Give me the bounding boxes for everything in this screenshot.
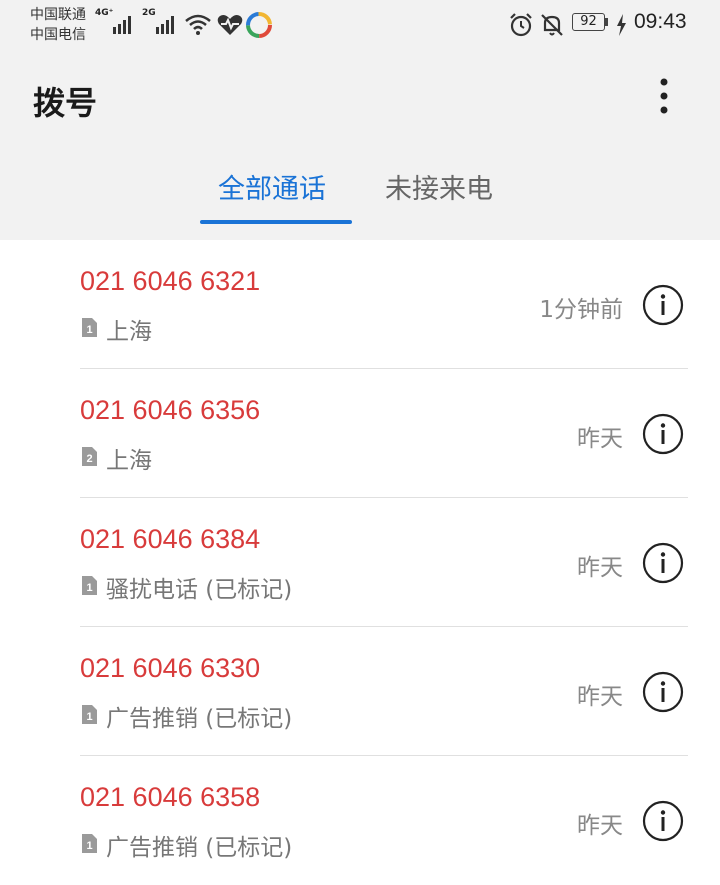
call-time: 昨天 <box>577 813 623 839</box>
app-header: 拨号 全部通话 未接来电 <box>0 48 720 240</box>
status-clock: 09:43 <box>634 10 687 33</box>
info-icon[interactable] <box>642 413 684 455</box>
call-location: 上海 <box>106 448 152 474</box>
sim-1-icon: 1 <box>82 705 97 724</box>
app-notification-icon <box>246 12 272 38</box>
svg-text:1: 1 <box>86 582 92 594</box>
battery-indicator: 92 <box>572 13 605 31</box>
call-log-item[interactable]: 021 6046 6330 1 广告推销 (已标记) 昨天 <box>0 627 720 756</box>
tab-missed-calls[interactable]: 未接来电 <box>385 170 493 210</box>
sim-2-icon: 2 <box>82 447 97 466</box>
call-time: 昨天 <box>577 426 623 452</box>
info-icon[interactable] <box>642 800 684 842</box>
health-heart-icon <box>217 15 243 35</box>
active-tab-indicator <box>200 220 352 224</box>
page-title: 拨号 <box>33 84 98 122</box>
signal-1-icon <box>113 16 131 34</box>
network-type-1: 4G⁺ <box>95 8 114 18</box>
call-location: 广告推销 (已标记) <box>106 835 293 861</box>
sim-1-icon: 1 <box>82 834 97 853</box>
charging-bolt-icon <box>617 14 626 36</box>
carrier-1: 中国联通 <box>30 7 86 23</box>
call-location: 上海 <box>106 319 152 345</box>
signal-2-icon <box>156 16 174 34</box>
call-number: 021 6046 6358 <box>80 782 261 812</box>
network-type-2: 2G <box>142 8 156 18</box>
carrier-labels: 中国联通 中国电信 <box>30 5 86 45</box>
svg-text:1: 1 <box>86 840 92 852</box>
wifi-icon <box>185 14 211 35</box>
alarm-icon <box>510 13 532 37</box>
sim-1-icon: 1 <box>82 318 97 337</box>
battery-tip <box>605 18 608 26</box>
carrier-2: 中国电信 <box>30 27 86 43</box>
call-time: 1分钟前 <box>539 297 623 323</box>
call-number: 021 6046 6384 <box>80 524 261 554</box>
svg-text:1: 1 <box>86 711 92 723</box>
call-location: 广告推销 (已标记) <box>106 706 293 732</box>
call-log-item[interactable]: 021 6046 6384 1 骚扰电话 (已标记) 昨天 <box>0 498 720 627</box>
call-log-item[interactable]: 021 6046 6356 2 上海 昨天 <box>0 369 720 498</box>
info-icon[interactable] <box>642 671 684 713</box>
call-number: 021 6046 6330 <box>80 653 261 683</box>
status-bar: 中国联通 中国电信 4G⁺ 2G 92 09:43 <box>0 0 720 48</box>
tab-all-calls[interactable]: 全部通话 <box>218 170 326 210</box>
svg-text:2: 2 <box>86 453 92 465</box>
sim-1-icon: 1 <box>82 576 97 595</box>
more-options-icon[interactable] <box>648 74 680 118</box>
info-icon[interactable] <box>642 284 684 326</box>
call-time: 昨天 <box>577 555 623 581</box>
call-location: 骚扰电话 (已标记) <box>106 577 293 603</box>
svg-text:1: 1 <box>86 324 92 336</box>
mute-bell-icon <box>541 14 563 36</box>
call-time: 昨天 <box>577 684 623 710</box>
call-log-item[interactable]: 021 6046 6358 1 广告推销 (已标记) 昨天 <box>0 756 720 885</box>
call-log-item[interactable]: 021 6046 6321 1 上海 1分钟前 <box>0 240 720 369</box>
call-number: 021 6046 6321 <box>80 266 261 296</box>
info-icon[interactable] <box>642 542 684 584</box>
call-number: 021 6046 6356 <box>80 395 261 425</box>
